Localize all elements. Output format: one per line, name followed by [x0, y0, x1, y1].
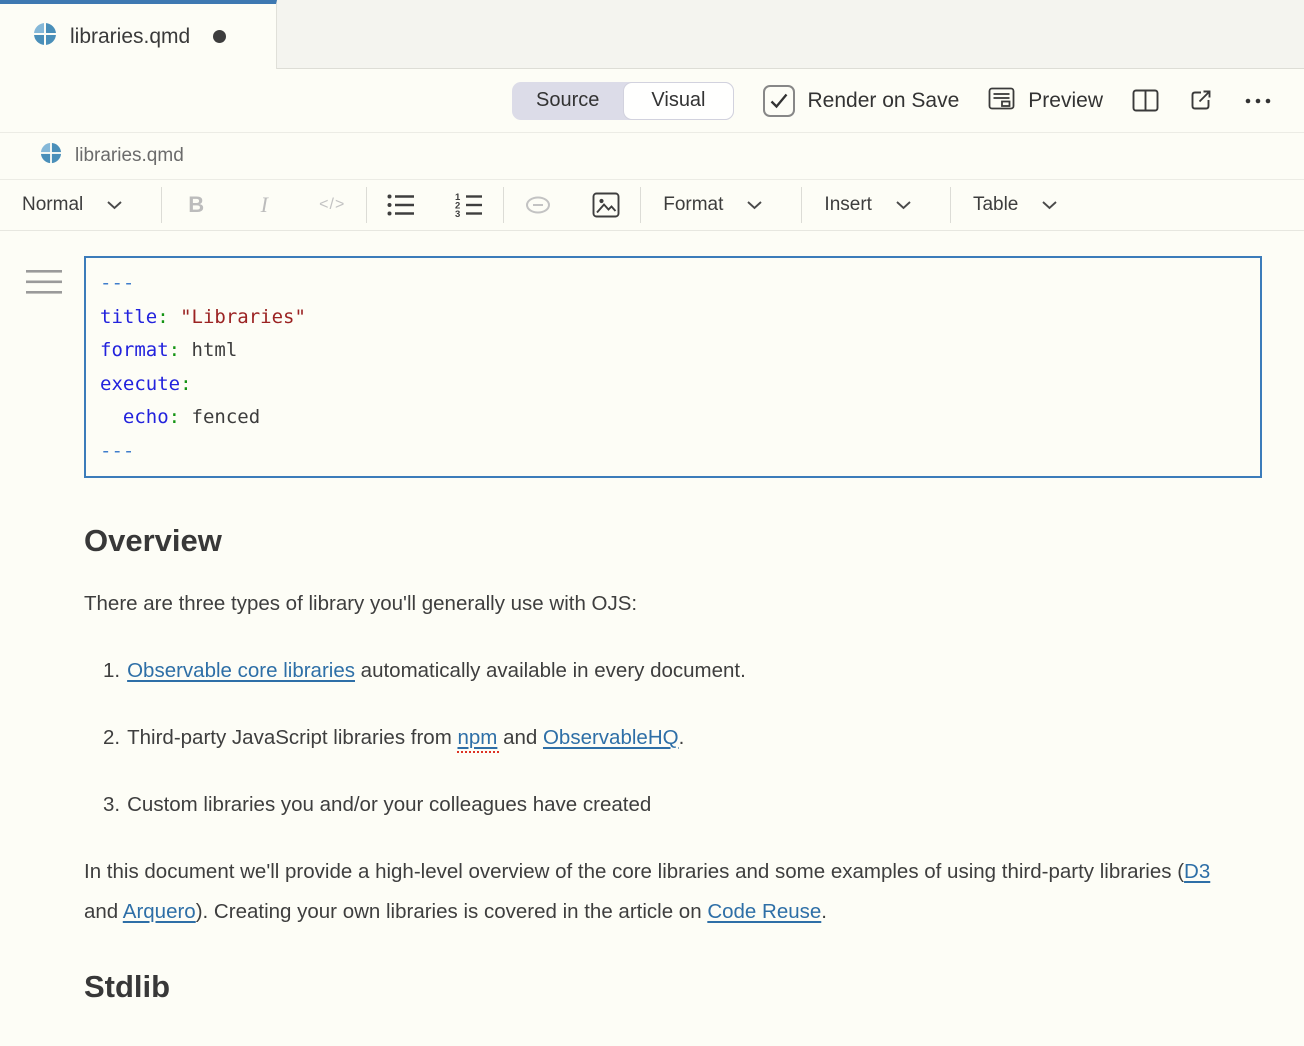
editor-toolbar: Source Visual Render on Save Preview	[0, 69, 1304, 133]
text-run: Third-party JavaScript libraries from	[127, 726, 457, 749]
svg-text:3: 3	[455, 209, 460, 218]
list-item: 1.Observable core libraries automaticall…	[84, 651, 1230, 691]
split-editor-button[interactable]	[1132, 88, 1159, 113]
preview-button[interactable]: Preview	[988, 86, 1103, 116]
text-run: and	[497, 726, 543, 749]
split-editor-icon	[1132, 88, 1159, 113]
breadcrumb-filename[interactable]: libraries.qmd	[75, 145, 184, 167]
doc-link-observable-core-libraries[interactable]: Observable core libraries	[127, 659, 355, 682]
more-actions-button[interactable]	[1244, 97, 1272, 105]
insert-dropdown[interactable]: Insert	[802, 194, 950, 216]
library-types-list: 1.Observable core libraries automaticall…	[84, 651, 1230, 825]
doc-link-code-reuse[interactable]: Code Reuse	[707, 900, 821, 923]
bullet-list-icon	[386, 192, 416, 218]
render-on-save-label: Render on Save	[808, 89, 960, 113]
tab-title: libraries.qmd	[70, 25, 190, 49]
link-icon	[523, 194, 553, 216]
chevron-down-icon	[106, 200, 123, 210]
source-mode-button[interactable]: Source	[512, 82, 623, 120]
text-run: ). Creating your own libraries is covere…	[196, 900, 708, 923]
numbered-list-icon: 1 2 3	[454, 192, 484, 218]
yaml-code-line: ---	[100, 267, 1250, 301]
breadcrumb: libraries.qmd	[0, 133, 1304, 180]
checkmark-icon	[769, 92, 789, 110]
preview-label: Preview	[1028, 89, 1103, 113]
list-item-number: 2.	[103, 718, 120, 758]
yaml-code-line: title: "Libraries"	[100, 301, 1250, 335]
list-item-text: Observable core libraries automatically …	[127, 651, 746, 691]
text-run: and	[84, 900, 123, 923]
closing-paragraph: In this document we'll provide a high-le…	[84, 852, 1230, 932]
link-button[interactable]	[504, 194, 572, 216]
numbered-list-button[interactable]: 1 2 3	[435, 192, 503, 218]
editor-content: ---title: "Libraries"format: htmlexecute…	[0, 256, 1304, 1006]
yaml-code-line: ---	[100, 435, 1250, 469]
document-body[interactable]: Overview There are three types of librar…	[84, 522, 1230, 1006]
yaml-code-line: execute:	[100, 368, 1250, 402]
tab-bar-empty-area	[277, 0, 1304, 69]
text-run: In this document we'll provide a high-le…	[84, 860, 1184, 883]
italic-icon: I	[261, 192, 268, 218]
open-external-icon	[1188, 88, 1215, 113]
image-button[interactable]	[572, 192, 640, 218]
visual-mode-button[interactable]: Visual	[623, 82, 733, 120]
list-item-text: Custom libraries you and/or your colleag…	[127, 785, 651, 825]
tab-libraries-qmd[interactable]: libraries.qmd	[0, 0, 277, 69]
render-on-save-checkbox[interactable]	[763, 85, 795, 117]
yaml-front-matter-editor[interactable]: ---title: "Libraries"format: htmlexecute…	[84, 256, 1262, 478]
italic-button[interactable]: I	[230, 192, 298, 218]
code-icon: </>	[319, 196, 345, 214]
format-dropdown[interactable]: Format	[641, 194, 801, 216]
intro-paragraph: There are three types of library you'll …	[84, 584, 1230, 624]
source-visual-toggle: Source Visual	[512, 82, 734, 120]
quarto-logo-icon	[33, 22, 57, 51]
format-toolbar: Normal B I </> 1 2 3	[0, 180, 1304, 231]
heading-overview: Overview	[84, 522, 1230, 560]
list-item-text: Third-party JavaScript libraries from np…	[127, 718, 684, 758]
chevron-down-icon	[895, 200, 912, 210]
list-item: 2.Third-party JavaScript libraries from …	[84, 718, 1230, 758]
paragraph-style-label: Normal	[22, 194, 83, 216]
bullet-list-button[interactable]	[367, 192, 435, 218]
bold-button[interactable]: B	[162, 192, 230, 218]
table-dropdown-label: Table	[973, 194, 1018, 216]
chevron-down-icon	[746, 200, 763, 210]
list-item: 3. Custom libraries you and/or your colle…	[84, 785, 1230, 825]
format-dropdown-label: Format	[663, 194, 723, 216]
yaml-block-wrap: ---title: "Libraries"format: htmlexecute…	[84, 256, 1262, 478]
doc-link-d3[interactable]: D3	[1184, 860, 1210, 883]
doc-link-arquero[interactable]: Arquero	[123, 900, 196, 923]
text-run: automatically available in every documen…	[355, 659, 746, 682]
yaml-code-line: echo: fenced	[100, 401, 1250, 435]
paragraph-style-dropdown[interactable]: Normal	[0, 194, 161, 216]
text-run: .	[679, 726, 685, 749]
text-run: .	[821, 900, 827, 923]
image-icon	[592, 192, 620, 218]
code-button[interactable]: </>	[298, 196, 366, 214]
insert-dropdown-label: Insert	[824, 194, 872, 216]
bold-icon: B	[188, 192, 204, 218]
doc-link-npm[interactable]: npm	[457, 726, 497, 749]
tab-bar: libraries.qmd	[0, 0, 1304, 69]
yaml-code-line: format: html	[100, 334, 1250, 368]
drag-handle-icon[interactable]	[26, 269, 62, 301]
list-item-number: 1.	[103, 651, 120, 691]
list-item-number: 3.	[103, 785, 120, 825]
heading-stdlib: Stdlib	[84, 968, 1230, 1006]
table-dropdown[interactable]: Table	[951, 194, 1096, 216]
text-run: Custom libraries you and/or your colleag…	[127, 793, 651, 816]
modified-dot-icon	[213, 30, 226, 43]
chevron-down-icon	[1041, 200, 1058, 210]
open-external-button[interactable]	[1188, 88, 1215, 113]
quarto-logo-icon	[40, 142, 62, 170]
preview-icon	[988, 86, 1015, 116]
render-on-save-control[interactable]: Render on Save	[763, 85, 960, 117]
doc-link-observablehq[interactable]: ObservableHQ	[543, 726, 679, 749]
more-actions-icon	[1244, 97, 1272, 105]
